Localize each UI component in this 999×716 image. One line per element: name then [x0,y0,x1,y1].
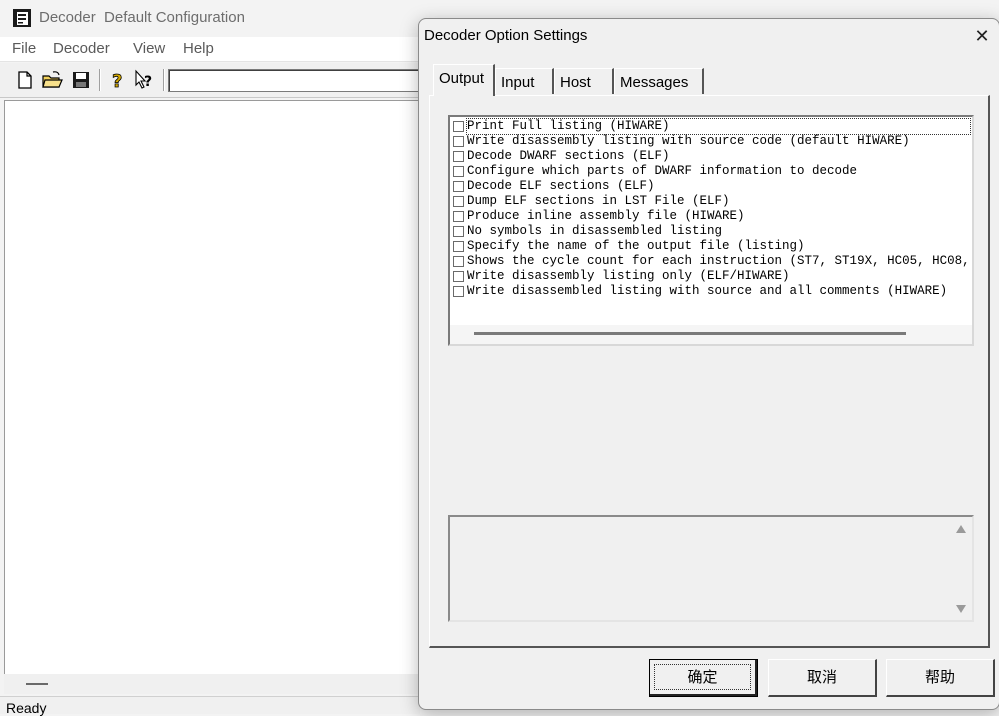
option-checkbox[interactable] [453,226,464,237]
option-label: Print Full listing (HIWARE) [466,118,971,135]
tab-output[interactable]: Output [433,64,495,96]
save-icon[interactable] [70,69,92,91]
status-bar: Ready [0,696,420,716]
option-label: Shows the cycle count for each instructi… [467,254,970,268]
tab-host[interactable]: Host [554,68,614,94]
option-checkbox[interactable] [453,271,464,282]
option-label: Decode ELF sections (ELF) [467,179,655,193]
decoder-app-icon [13,9,31,27]
scroll-down-arrow-icon[interactable] [956,605,966,613]
options-list[interactable]: Print Full listing (HIWARE) Write disass… [448,115,974,346]
option-checkbox[interactable] [453,136,464,147]
tab-label: Output [439,70,485,87]
option-item[interactable]: Write disassembly listing with source co… [453,134,910,149]
option-item[interactable]: No symbols in disassembled listing [453,224,722,239]
toolbar-separator [99,69,101,91]
help-button-label: 帮助 [924,668,955,686]
option-item[interactable]: Dump ELF sections in LST File (ELF) [453,194,730,209]
option-label: Write disassembly listing only (ELF/HIWA… [467,269,790,283]
focus-rectangle [654,664,751,690]
option-checkbox[interactable] [453,121,464,132]
description-vertical-scrollbar[interactable] [950,517,972,620]
cancel-button[interactable]: 取消 [768,659,877,697]
option-description-box [448,515,974,622]
option-checkbox[interactable] [453,196,464,207]
tab-label: Input [501,74,535,91]
option-item[interactable]: Write disassembled listing with source a… [453,284,947,299]
help-button[interactable]: 帮助 [886,659,995,697]
option-label: Produce inline assembly file (HIWARE) [467,209,745,223]
option-item[interactable]: Specify the name of the output file (lis… [453,239,805,254]
open-folder-icon[interactable] [41,69,63,91]
scroll-up-arrow-icon[interactable] [956,525,966,533]
svg-text:?: ? [112,71,122,91]
toolbar-separator [163,69,165,91]
configuration-combo[interactable] [168,69,430,92]
ok-button[interactable]: 确定 [649,659,758,697]
decoder-option-settings-dialog: Decoder Option Settings ✕ Output Input H… [418,18,999,710]
context-help-icon[interactable]: ? [134,69,156,91]
tab-messages[interactable]: Messages [614,68,704,94]
option-label: Specify the name of the output file (lis… [467,239,805,253]
option-label: Write disassembled listing with source a… [467,284,948,298]
menu-file[interactable]: File [12,40,36,57]
main-window-title: Decoder Default Configuration [39,9,245,26]
option-checkbox[interactable] [453,286,464,297]
horizontal-scrollbar[interactable] [4,674,424,694]
scrollbar-thumb[interactable] [26,683,48,685]
option-checkbox[interactable] [453,181,464,192]
help-icon[interactable]: ? [107,69,129,91]
cancel-button-label: 取消 [806,668,837,686]
option-label: Write disassembly listing with source co… [467,134,910,148]
dialog-title: Decoder Option Settings [424,27,588,44]
option-checkbox[interactable] [453,256,464,267]
new-file-icon[interactable] [14,69,36,91]
tab-label: Host [560,74,591,91]
tab-input[interactable]: Input [495,68,554,94]
option-checkbox[interactable] [453,166,464,177]
option-item[interactable]: Shows the cycle count for each instructi… [453,254,970,269]
option-label: No symbols in disassembled listing [467,224,723,238]
tab-label: Messages [620,74,689,91]
svg-text:?: ? [144,74,152,90]
output-area[interactable] [4,100,426,675]
option-checkbox[interactable] [453,241,464,252]
option-item[interactable]: Decode DWARF sections (ELF) [453,149,670,164]
options-horizontal-scrollbar[interactable] [450,325,972,344]
option-checkbox[interactable] [453,151,464,162]
option-item[interactable]: Configure which parts of DWARF informati… [453,164,857,179]
option-item[interactable]: Decode ELF sections (ELF) [453,179,655,194]
option-label: Configure which parts of DWARF informati… [467,164,858,178]
option-label: Decode DWARF sections (ELF) [467,149,670,163]
status-text: Ready [6,700,47,716]
close-icon[interactable]: ✕ [971,25,993,47]
menu-view[interactable]: View [133,40,165,57]
option-item[interactable]: Produce inline assembly file (HIWARE) [453,209,745,224]
option-item[interactable]: Write disassembly listing only (ELF/HIWA… [453,269,790,284]
menu-decoder[interactable]: Decoder [53,40,110,57]
menu-help[interactable]: Help [183,40,214,57]
scrollbar-thumb[interactable] [474,332,906,335]
option-checkbox[interactable] [453,211,464,222]
option-item[interactable]: Print Full listing (HIWARE) [453,118,971,135]
option-label: Dump ELF sections in LST File (ELF) [467,194,730,208]
